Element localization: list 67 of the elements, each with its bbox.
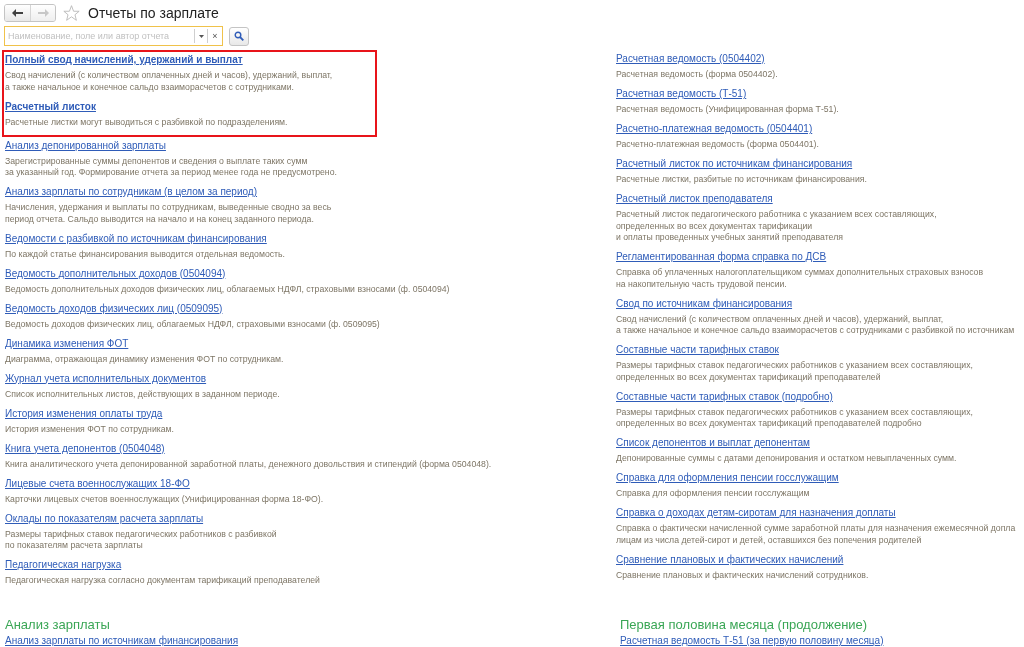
report-link[interactable]: Ведомость доходов физических лиц (0509095) <box>5 301 223 316</box>
report-description: Книга аналитического учета депонированной заработной платы, денежного довольствия и стипендий (форма 0504048). <box>5 458 492 470</box>
report-link[interactable]: Регламентированная форма справка по ДСВ <box>616 250 827 264</box>
report-link[interactable]: История изменения оплаты труда <box>5 406 163 421</box>
search-button[interactable] <box>229 26 249 46</box>
report-link[interactable]: Справка о доходах детям-сиротам для назначения доплаты <box>616 506 896 520</box>
report-link[interactable]: Справка для оформления пенсии госслужащим <box>616 471 839 485</box>
report-description: Справка для оформления пенсии госслужащим <box>616 488 810 500</box>
report-link[interactable]: Ведомости с разбивкой по источникам финансирования <box>5 231 267 246</box>
report-description: Свод начислений (с количеством оплаченных дней и часов), удержаний, выплат, а также начальное и конечное сальдо взаиморасчетов с сотрудниками. <box>5 70 333 93</box>
section-heading: Анализ зарплаты <box>5 617 110 633</box>
report-description: Размеры тарифных ставок педагогических работников с разбивкой по показателям расчета зарплаты <box>5 528 277 552</box>
report-description: Расчетный листок педагогического работника с указанием всех составляющих, определенных во всех документах тарификации и оплаты проведенных учебных занятий преподавателя <box>616 209 937 244</box>
search-icon <box>234 31 244 41</box>
report-link[interactable]: Ведомость дополнительных доходов (0504094) <box>5 266 226 281</box>
report-description: Расчетно-платежная ведомость (форма 0504401). <box>616 139 819 151</box>
report-link[interactable]: Расчетный листок преподавателя <box>616 192 773 206</box>
report-description: Сравнение плановых и фактических начислений сотрудников. <box>616 569 869 581</box>
back-button[interactable] <box>5 5 30 21</box>
report-description: Расчетные листки могут выводиться с разбивкой по подразделениям. <box>5 116 288 128</box>
caret-icon <box>198 34 204 38</box>
report-description: Размеры тарифных ставок педагогических работников с указанием всех составляющих, определенных во всех документах тарификаций преподавателей <box>616 360 973 383</box>
report-description: Свод начислений (с количеством оплаченных дней и часов), удержаний, выплат, а также начальное и конечное сальдо взаиморасчетов с сотрудниками с разбивкой по источникам <box>616 313 1015 337</box>
report-description: Педагогическая нагрузка согласно документам тарификаций преподавателей <box>5 575 320 587</box>
report-description: Начисления, удержания и выплаты по сотрудникам, выведенные сводно за весь период отчета. Сальдо выводится на начало и на конец заданного периода. <box>5 202 332 225</box>
clear-button[interactable]: × <box>208 27 222 45</box>
report-link[interactable]: Расчетная ведомость Т-51 (за первую половину месяца) <box>620 634 884 647</box>
report-link[interactable]: Составные части тарифных ставок <box>616 343 779 357</box>
report-description: Диаграмма, отражающая динамику изменения ФОТ по сотрудникам. <box>5 353 284 365</box>
report-description: Ведомость доходов физических лиц, облагаемых НДФЛ, страховыми взносами (ф. 0509095) <box>5 318 380 330</box>
report-link[interactable]: Полный свод начислений, удержаний и выплат <box>5 53 243 67</box>
report-link[interactable]: Расчетная ведомость (0504402) <box>616 52 765 66</box>
report-link[interactable]: Расчетный листок <box>5 99 96 114</box>
report-link[interactable]: Лицевые счета военнослужащих 18-ФО <box>5 476 190 491</box>
report-description: Размеры тарифных ставок педагогических работников с указанием всех составляющих, определенных во всех документах тарификаций преподавателей подробно <box>616 406 973 430</box>
report-description: Список исполнительных листов, действующих в заданном периоде. <box>5 388 280 400</box>
report-description: Расчетная ведомость (Унифицированная форма Т-51). <box>616 104 839 116</box>
report-description: Зарегистрированные суммы депонентов и сведения о выплате таких сумм за указанный год. Формирование отчета за период менее года не предусмотрено. <box>5 155 337 179</box>
report-link[interactable]: Свод по источникам финансирования <box>616 296 793 311</box>
report-link[interactable]: Динамика изменения ФОТ <box>5 336 129 351</box>
report-link[interactable]: Расчетная ведомость (Т-51) <box>616 87 747 101</box>
back-arrow-icon <box>12 9 23 17</box>
report-description: Карточки лицевых счетов военнослужащих (Унифицированная форма 18-ФО). <box>5 493 324 505</box>
page-title: Отчеты по зарплате <box>88 4 219 22</box>
report-link[interactable]: Книга учета депонентов (0504048) <box>5 441 165 456</box>
forward-arrow-icon <box>37 9 49 17</box>
report-description: По каждой статье финансирования выводится отдельная ведомость. <box>5 248 285 260</box>
report-link[interactable]: Анализ зарплаты по источникам финансирования <box>5 634 239 647</box>
section-heading: Первая половина месяца (продолжение) <box>620 617 868 633</box>
report-link[interactable]: Анализ депонированной зарплаты <box>5 138 166 153</box>
report-link[interactable]: Составные части тарифных ставок (подробно) <box>616 389 833 404</box>
report-description: Ведомость дополнительных доходов физических лиц, облагаемых НДФЛ, страховыми взносами (ф. 0504094) <box>5 283 450 295</box>
report-link[interactable]: Расчетно-платежная ведомость (0504401) <box>616 122 813 136</box>
report-description: История изменения ФОТ по сотрудникам. <box>5 423 174 435</box>
report-description: Справка об уплаченных налогоплательщиком суммах дополнительных страховых взносов на накопительную часть трудовой пенсии. <box>616 267 984 290</box>
report-link[interactable]: Анализ зарплаты по сотрудникам (в целом за период) <box>5 185 258 199</box>
report-link[interactable]: Список депонентов и выплат депонентам <box>616 436 810 450</box>
report-link[interactable]: Педагогическая нагрузка <box>5 558 122 572</box>
report-description: Справка о фактически начисленной сумме заработной платы для назначения ежемесячной допла лицам из числа детей-сирот и детей, оставшихся без попечения родителей <box>616 523 1016 546</box>
report-description: Расчетная ведомость (форма 0504402). <box>616 69 778 81</box>
report-description: Расчетные листки, разбитые по источникам финансирования. <box>616 174 867 186</box>
report-link[interactable]: Оклады по показателям расчета зарплаты <box>5 511 204 526</box>
report-link[interactable]: Журнал учета исполнительных документов <box>5 371 207 386</box>
report-description: Депонированные суммы с датами депонирования и остатком невыплаченных сумм. <box>616 453 957 465</box>
star-icon[interactable] <box>63 5 80 21</box>
report-link[interactable]: Расчетный листок по источникам финансирования <box>616 157 853 171</box>
report-link[interactable]: Сравнение плановых и фактических начислений <box>616 552 844 567</box>
